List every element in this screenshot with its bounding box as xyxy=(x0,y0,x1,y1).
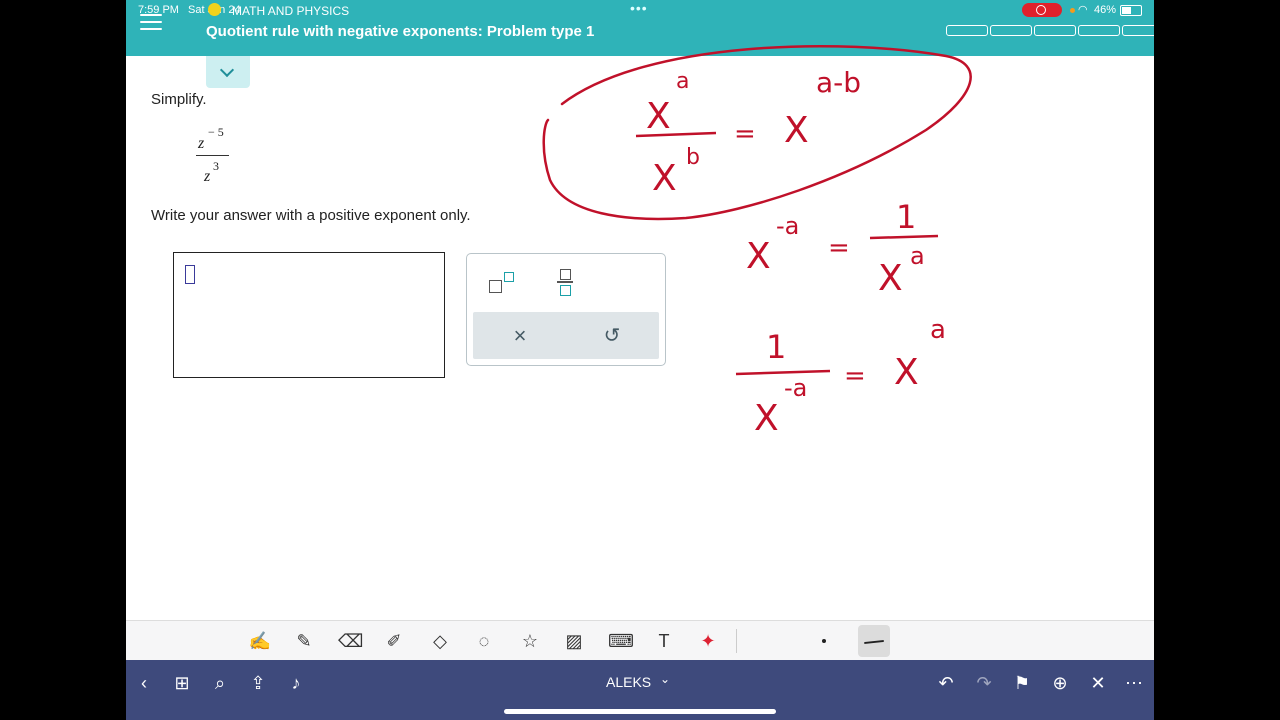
clear-button[interactable]: × xyxy=(505,322,535,350)
hamburger-menu-icon[interactable] xyxy=(140,14,162,30)
exponent-template-button[interactable] xyxy=(487,268,519,296)
ink-loop xyxy=(542,44,972,221)
denominator-base: z xyxy=(204,168,211,185)
handwriting-icon[interactable]: ✍ xyxy=(248,629,272,653)
battery-percent: 46% xyxy=(1094,4,1117,16)
keyboard-icon[interactable]: ⌨ xyxy=(608,629,634,653)
eraser-icon[interactable]: ⌫ xyxy=(338,629,363,653)
stroke-style-button[interactable] xyxy=(858,625,890,657)
denominator-exponent: 3 xyxy=(213,159,219,173)
rule1-den-exp: b xyxy=(686,145,700,170)
chevron-down-icon[interactable] xyxy=(206,56,250,88)
progress-segment xyxy=(990,25,1032,36)
rule3-rhs-exp: a xyxy=(930,315,946,345)
rule2-eq: = xyxy=(828,233,850,263)
fraction-top-box xyxy=(560,269,571,280)
mic-indicator-icon xyxy=(1070,8,1075,13)
numerator-exponent: − 5 xyxy=(208,125,224,139)
exponent-base-box xyxy=(489,280,502,293)
rule1-rhs: X xyxy=(784,110,809,151)
collapse-icon[interactable]: ✕ xyxy=(1084,670,1112,696)
rule2-lhs-exp: -a xyxy=(776,212,799,240)
microphone-icon[interactable]: ♪ xyxy=(282,670,310,696)
image-icon[interactable]: ▨ xyxy=(562,629,586,653)
numerator-base: z xyxy=(198,135,205,152)
multitasking-dots-icon[interactable]: ••• xyxy=(630,0,648,16)
toolbar-divider xyxy=(736,629,737,653)
add-page-icon[interactable]: ⊕ xyxy=(1046,670,1074,696)
pen-icon[interactable]: ✎ xyxy=(292,629,316,653)
rule3-den: X xyxy=(754,398,779,439)
progress-segment xyxy=(1122,25,1154,36)
home-indicator xyxy=(504,709,776,714)
battery-icon xyxy=(1120,5,1142,16)
rule3-bar xyxy=(735,369,831,376)
rule2-lhs: X xyxy=(746,236,771,277)
screen-recording-icon[interactable] xyxy=(1022,3,1062,17)
page-title: Quotient rule with negative exponents: P… xyxy=(206,23,595,40)
fraction-bar xyxy=(196,155,229,156)
fraction-bottom-box xyxy=(560,285,571,296)
undo-button[interactable]: ↺ xyxy=(597,322,627,350)
keypad-actions: × ↺ xyxy=(473,312,659,359)
rule3-rhs: X xyxy=(894,352,919,393)
rule1-bar xyxy=(635,131,717,138)
progress-segment xyxy=(1078,25,1120,36)
rule3-num: 1 xyxy=(766,328,786,366)
rule2-den-exp: a xyxy=(910,242,925,270)
progress-segment xyxy=(1034,25,1076,36)
problem-prompt: Simplify. xyxy=(151,91,207,108)
answer-input[interactable] xyxy=(173,252,445,378)
undo-icon[interactable]: ↶ xyxy=(932,670,960,696)
fraction-line xyxy=(557,281,573,283)
text-icon[interactable]: T xyxy=(652,629,676,653)
app-name-menu[interactable]: ALEKS xyxy=(606,674,651,690)
input-cursor xyxy=(185,265,195,284)
drawing-toolbar: ✍ ✎ ⌫ ✐ ◇ ◌ ☆ ▨ ⌨ T ✦ xyxy=(126,620,1154,661)
back-icon[interactable]: ‹ xyxy=(130,670,158,696)
sticker-icon[interactable]: ☆ xyxy=(518,629,542,653)
wifi-icon: ◠ xyxy=(1078,4,1088,16)
app-screen: 7:59 PM Sat Jun 24 MATH AND PHYSICS ••• … xyxy=(126,0,1154,720)
rule1-rhs-exp: a-b xyxy=(816,66,861,99)
progress-bar xyxy=(946,25,1154,36)
bookmark-icon[interactable]: ⚑ xyxy=(1008,670,1036,696)
rule3-eq: = xyxy=(844,361,866,391)
rule2-bar xyxy=(869,234,939,240)
rule1-num-exp: a xyxy=(676,69,689,94)
redo-icon[interactable]: ↷ xyxy=(970,670,998,696)
stroke-size-dot[interactable] xyxy=(822,639,826,643)
rule3-den-exp: -a xyxy=(784,374,807,402)
rule2-num: 1 xyxy=(896,198,916,236)
user-avatar-icon[interactable] xyxy=(208,3,221,16)
rule1-den: X xyxy=(652,158,677,199)
bottom-nav-bar: ‹ ⊞ ⌕ ⇪ ♪ ALEKS ⌄ ↶ ↷ ⚑ ⊕ ✕ ⋯ xyxy=(126,660,1154,720)
rule2-den: X xyxy=(878,258,903,299)
grid-view-icon[interactable]: ⊞ xyxy=(168,670,196,696)
lasso-icon[interactable]: ◌ xyxy=(472,629,496,653)
rule1-eq: = xyxy=(734,119,756,149)
problem-fraction: z − 5 z 3 xyxy=(196,124,230,188)
highlighter-icon[interactable]: ✐ xyxy=(382,629,406,653)
more-icon[interactable]: ⋯ xyxy=(1120,670,1148,696)
search-icon[interactable]: ⌕ xyxy=(206,670,234,696)
shapes-icon[interactable]: ◇ xyxy=(428,629,452,653)
problem-instruction: Write your answer with a positive expone… xyxy=(151,207,471,224)
share-icon[interactable]: ⇪ xyxy=(244,670,272,696)
header-bar: 7:59 PM Sat Jun 24 MATH AND PHYSICS ••• … xyxy=(126,0,1154,56)
subject-label: MATH AND PHYSICS xyxy=(232,4,350,18)
fraction-template-button[interactable] xyxy=(555,268,577,298)
chevron-down-icon[interactable]: ⌄ xyxy=(660,672,670,686)
exponent-power-box xyxy=(504,272,514,282)
progress-segment xyxy=(946,25,988,36)
laser-icon[interactable]: ✦ xyxy=(696,629,720,653)
math-keypad: × ↺ xyxy=(466,253,666,366)
rule1-num: X xyxy=(646,96,671,137)
